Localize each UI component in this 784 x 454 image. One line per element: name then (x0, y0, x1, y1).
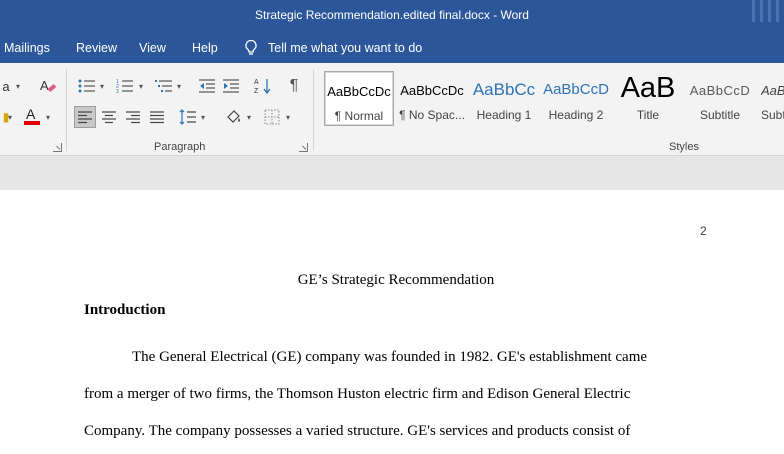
svg-text:Z: Z (254, 88, 259, 95)
style-preview: AaBbCcDc (327, 84, 391, 99)
style-preview: AaBbCcD (543, 81, 609, 98)
group-divider (66, 69, 67, 151)
svg-text:A: A (254, 79, 259, 86)
shading-icon[interactable] (224, 106, 244, 128)
paragraph-line: Company. The company possesses a varied … (84, 423, 631, 439)
style-name: Title (636, 108, 660, 122)
numbering-icon[interactable]: 123 (114, 75, 136, 97)
paragraph-line: from a merger of two firms, the Thomson … (84, 386, 631, 402)
ribbon: a ▾ A ▮ ▾ A ▾ ▾ 123 ▾ ▾ AZ ¶ ▾ ▾ ▾ Parag… (0, 63, 784, 156)
svg-text:A: A (40, 78, 49, 93)
style-title[interactable]: AaB Title (613, 71, 683, 126)
decrease-indent-icon[interactable] (197, 75, 217, 97)
styles-group-label: Styles (669, 141, 699, 153)
clear-formatting-icon[interactable]: A (38, 75, 58, 97)
line-spacing-icon[interactable] (178, 106, 198, 128)
style-preview: AaBl (761, 83, 784, 98)
multilevel-list-icon[interactable] (153, 75, 175, 97)
sort-icon[interactable]: AZ (253, 75, 273, 97)
font-dialog-launcher-icon[interactable] (53, 143, 62, 152)
lightbulb-icon (244, 39, 258, 57)
chevron-down-icon[interactable]: ▾ (286, 113, 290, 122)
style-subtitle[interactable]: AaBbCcD Subtitle (685, 71, 755, 126)
section-heading: Introduction (84, 302, 166, 318)
chevron-down-icon[interactable]: ▾ (16, 82, 20, 91)
style-preview: AaBbCc (472, 80, 536, 99)
group-divider (313, 69, 314, 151)
show-formatting-marks-icon[interactable]: ¶ (285, 75, 303, 97)
bullets-icon[interactable] (76, 75, 98, 97)
paragraph-dialog-launcher-icon[interactable] (299, 143, 308, 152)
workspace-strip (0, 156, 784, 190)
justify-icon[interactable] (146, 106, 168, 128)
borders-icon[interactable] (262, 106, 282, 128)
style-heading-1[interactable]: AaBbCc Heading 1 (469, 71, 539, 126)
chevron-down-icon[interactable]: ▾ (139, 82, 143, 91)
style-name: Heading 2 (548, 108, 604, 122)
style-preview: AaBbCcD (689, 83, 751, 98)
align-right-icon[interactable] (122, 106, 144, 128)
style-name: ¶ Normal (334, 109, 384, 123)
chevron-down-icon[interactable]: ▾ (247, 113, 251, 122)
align-left-icon[interactable] (74, 106, 96, 128)
tell-me-search[interactable]: Tell me what you want to do (244, 39, 422, 57)
page-number: 2 (700, 224, 707, 238)
style-name: Subtitle (699, 108, 741, 122)
paragraph-line: The General Electrical (GE) company was … (132, 349, 648, 365)
tab-help[interactable]: Help (192, 41, 218, 55)
chevron-down-icon[interactable]: ▾ (46, 113, 50, 122)
font-size-shrink-icon[interactable]: a (0, 75, 12, 97)
paragraph-group-label: Paragraph (154, 141, 206, 153)
window-title: Strategic Recommendation.edited final.do… (255, 8, 529, 22)
svg-text:3: 3 (116, 89, 119, 94)
align-center-icon[interactable] (98, 106, 120, 128)
style-preview: AaBbCcDc (400, 83, 464, 98)
increase-indent-icon[interactable] (221, 75, 241, 97)
chevron-down-icon[interactable]: ▾ (100, 82, 104, 91)
style-normal[interactable]: AaBbCcDc ¶ Normal (324, 71, 394, 126)
style-subtle-emphasis[interactable]: AaBl Subtl (758, 71, 784, 126)
style-no-spacing[interactable]: AaBbCcDc ¶ No Spac... (397, 71, 467, 126)
font-color-icon[interactable]: A (22, 105, 42, 127)
style-heading-2[interactable]: AaBbCcD Heading 2 (541, 71, 611, 126)
document-page[interactable]: 2 GE’s Strategic Recommendation Introduc… (0, 190, 784, 454)
tab-view[interactable]: View (139, 41, 166, 55)
chevron-down-icon[interactable]: ▾ (8, 113, 12, 122)
style-name: Subtl (761, 108, 784, 122)
ribbon-tabs: Mailings Review View Help Tell me what y… (0, 33, 784, 63)
chevron-down-icon[interactable]: ▾ (177, 82, 181, 91)
svg-text:A: A (26, 106, 36, 122)
document-title: GE’s Strategic Recommendation (297, 272, 495, 288)
chevron-down-icon[interactable]: ▾ (201, 113, 205, 122)
style-preview: AaB (620, 72, 676, 104)
tell-me-label: Tell me what you want to do (268, 41, 423, 55)
tab-review[interactable]: Review (76, 41, 117, 55)
title-bar-decoration (748, 0, 784, 33)
tab-mailings[interactable]: Mailings (4, 41, 50, 55)
style-name: ¶ No Spac... (399, 108, 465, 122)
style-name: Heading 1 (476, 108, 532, 122)
title-bar: Strategic Recommendation.edited final.do… (0, 0, 784, 33)
